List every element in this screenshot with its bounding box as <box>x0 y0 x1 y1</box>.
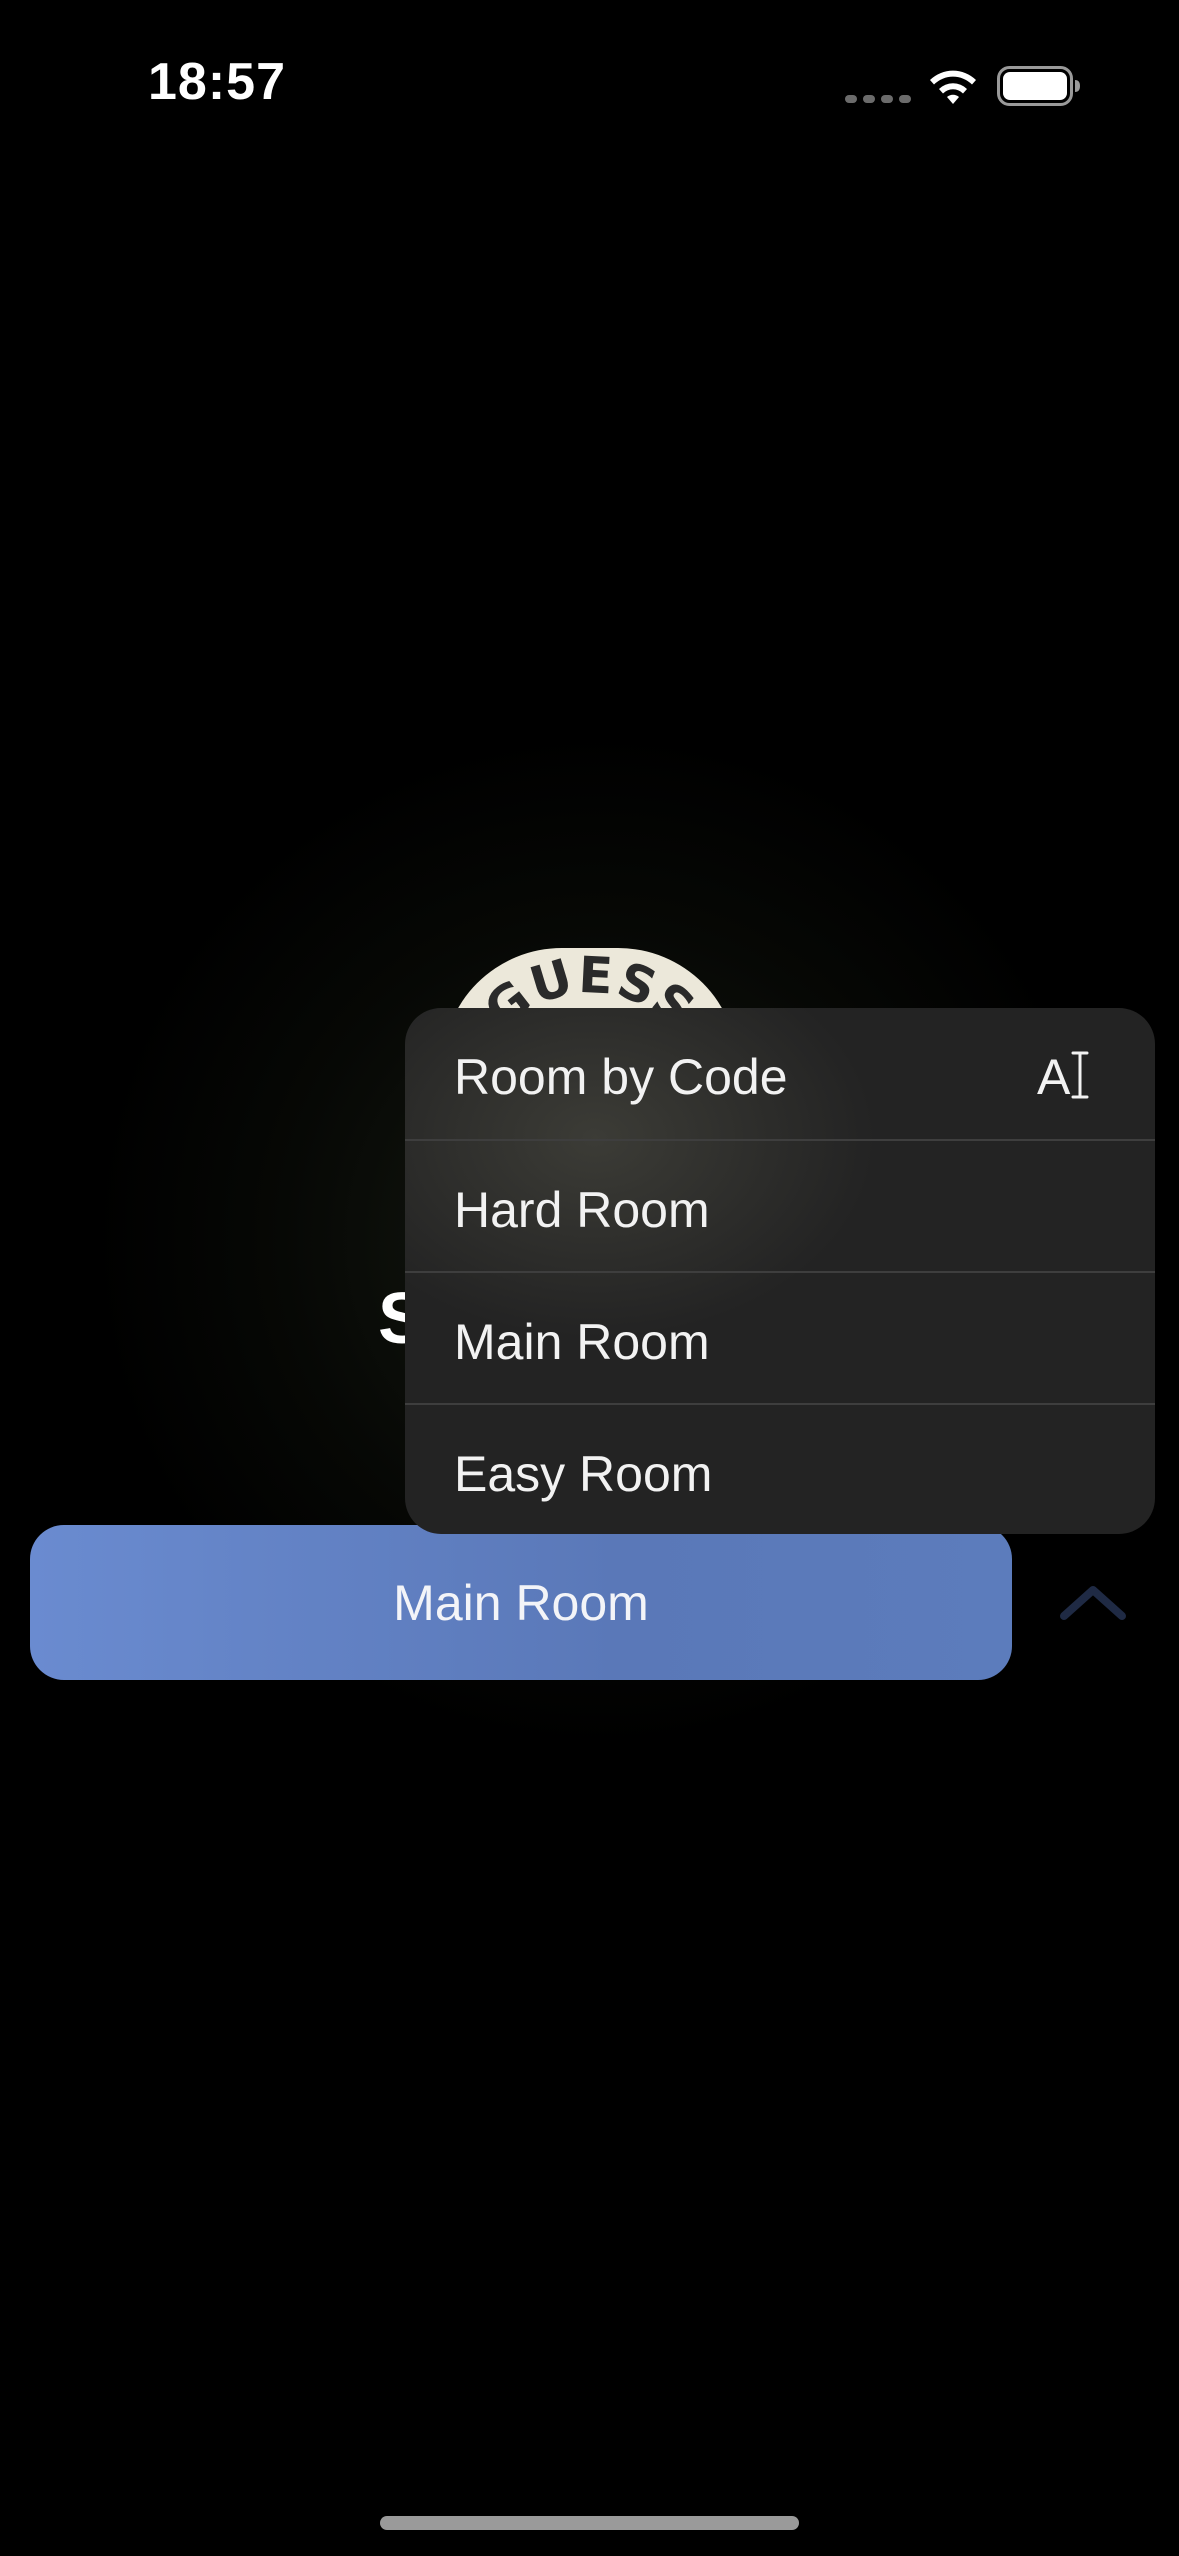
menu-item-label: Hard Room <box>454 1182 710 1238</box>
room-dropdown-menu: Room by Code A Hard Room Main Room Easy … <box>405 1008 1155 1534</box>
menu-item-label: Easy Room <box>454 1446 713 1502</box>
menu-item-label: Room by Code <box>454 1049 788 1105</box>
menu-item-hard-room[interactable]: Hard Room <box>405 1141 1155 1273</box>
menu-item-label: Main Room <box>454 1314 710 1370</box>
text-cursor-icon <box>1071 1051 1089 1099</box>
cellular-dots-icon <box>845 95 911 103</box>
menu-item-main-room[interactable]: Main Room <box>405 1273 1155 1405</box>
menu-item-easy-room[interactable]: Easy Room <box>405 1405 1155 1534</box>
chevron-up-icon[interactable] <box>1058 1582 1128 1622</box>
menu-item-room-by-code[interactable]: Room by Code A <box>405 1008 1155 1140</box>
text-format-icon: A <box>1037 1046 1097 1105</box>
status-bar: 18:57 <box>0 0 1179 160</box>
home-indicator[interactable] <box>380 2516 799 2530</box>
room-select-button[interactable]: Main Room <box>30 1525 1012 1680</box>
room-select-label: Main Room <box>393 1574 649 1631</box>
wifi-icon <box>930 70 976 104</box>
status-time: 18:57 <box>148 53 286 111</box>
battery-icon <box>997 66 1080 106</box>
text-format-glyph: A <box>1037 1049 1071 1105</box>
